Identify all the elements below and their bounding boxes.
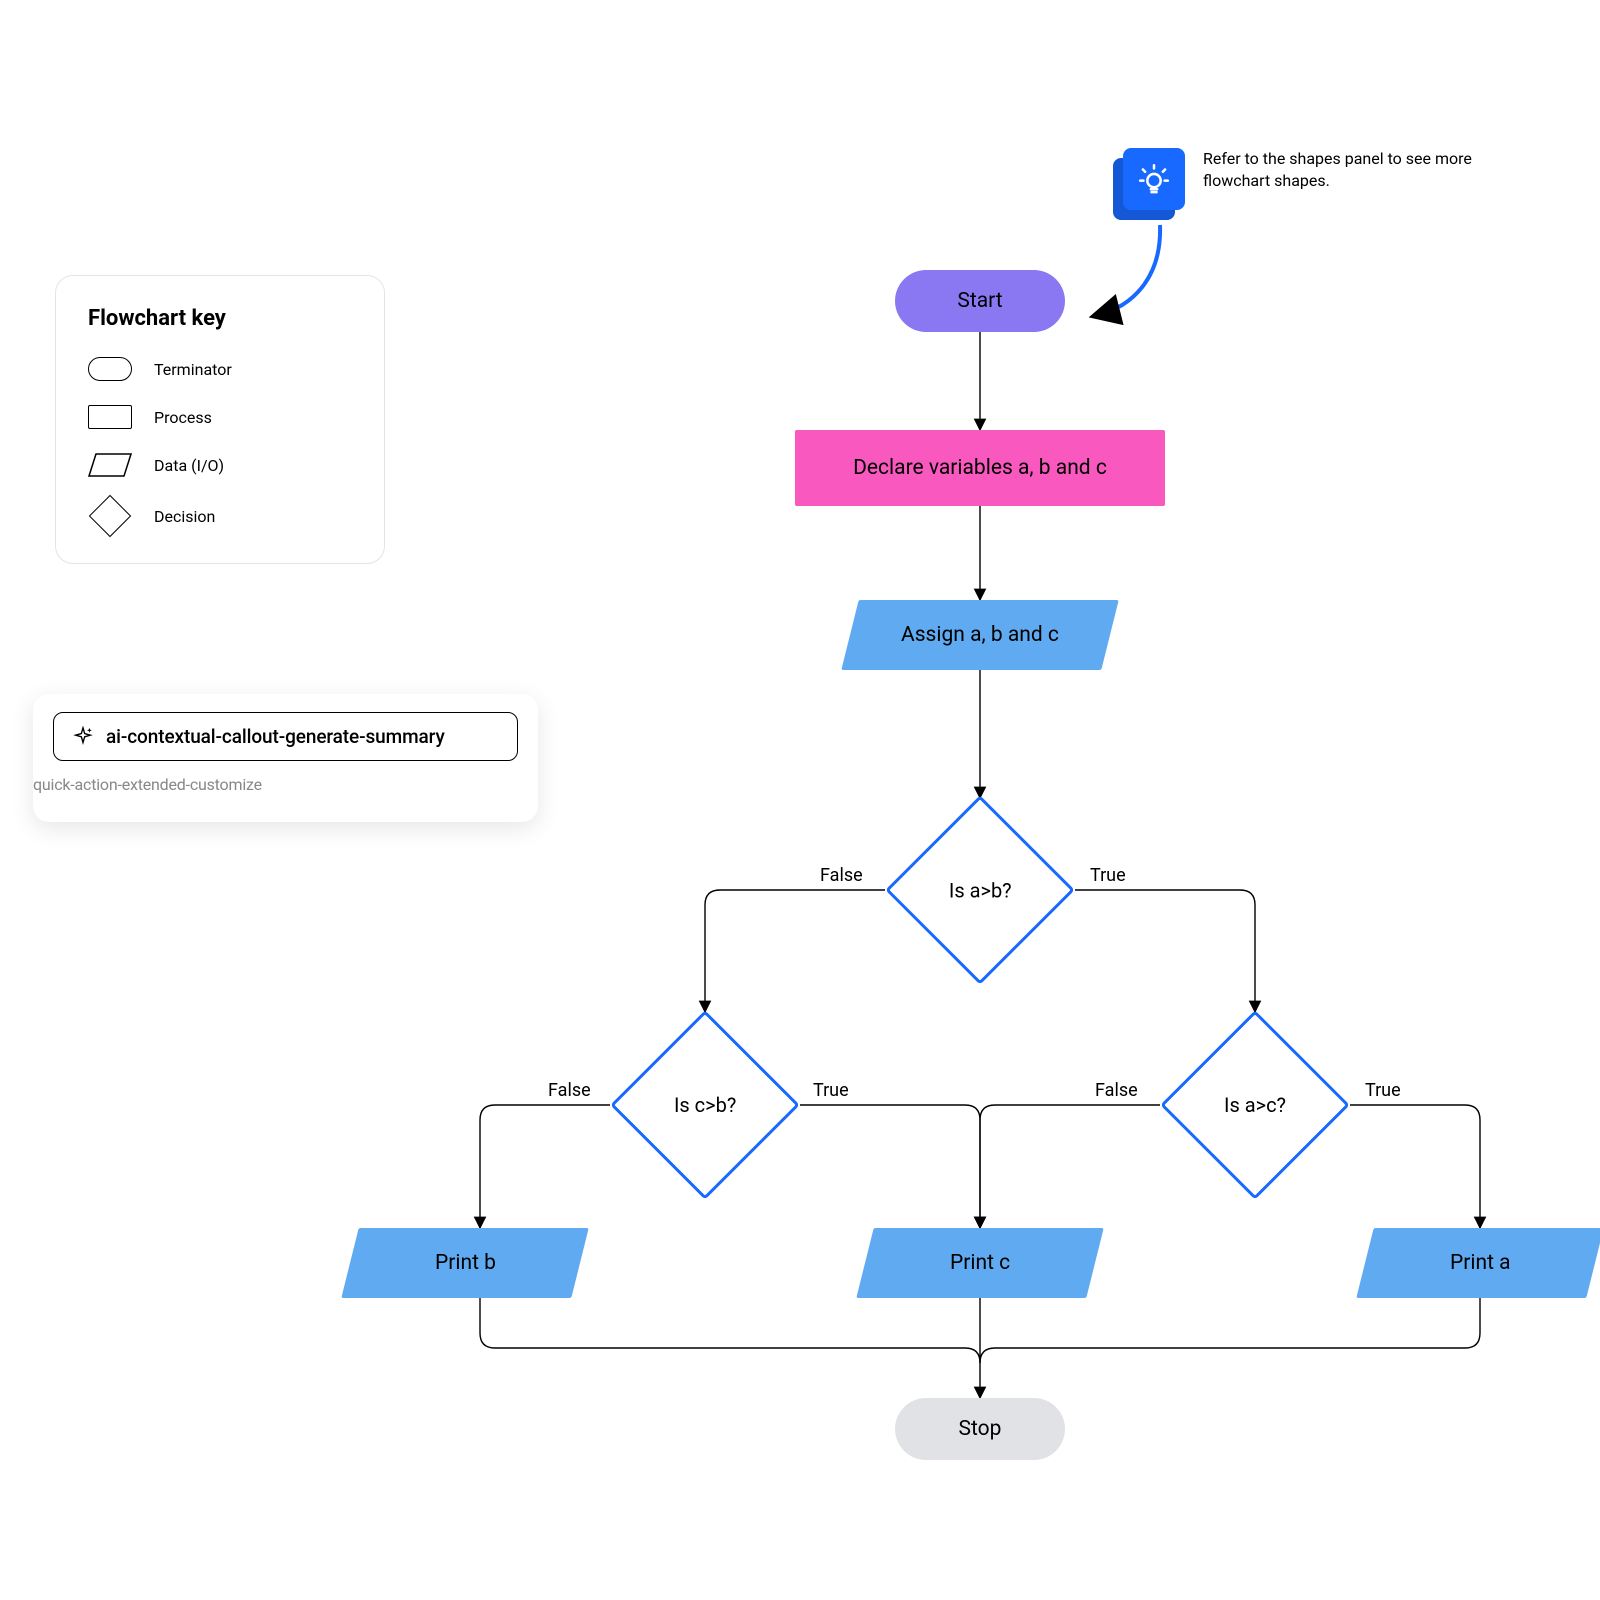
edge-label-d1-true: True — [1090, 865, 1126, 886]
node-label: Print a — [1450, 1251, 1511, 1275]
legend-row-decision: Decision — [88, 501, 352, 531]
legend-label: Decision — [154, 507, 215, 526]
node-print-c[interactable]: Print c — [856, 1228, 1103, 1298]
node-declare[interactable]: Declare variables a, b and c — [795, 430, 1165, 506]
sparkle-icon — [72, 726, 94, 748]
node-label: Is a>b? — [949, 878, 1012, 902]
flowchart-key-title: Flowchart key — [88, 306, 352, 331]
ai-chip-label: ai-contextual-callout-generate-summary — [106, 725, 445, 748]
node-label: Print b — [435, 1251, 496, 1275]
node-print-a[interactable]: Print a — [1356, 1228, 1600, 1298]
legend-label: Process — [154, 408, 212, 427]
node-print-b[interactable]: Print b — [341, 1228, 588, 1298]
diagram-canvas[interactable]: Flowchart key Terminator Process Data (I… — [0, 0, 1600, 1600]
tip-bulb-icon — [1113, 148, 1185, 220]
node-stop[interactable]: Stop — [895, 1398, 1065, 1460]
node-label: Is c>b? — [674, 1093, 736, 1117]
node-decision-ac[interactable]: Is a>c? — [1160, 1010, 1350, 1200]
node-label: Declare variables a, b and c — [853, 456, 1107, 480]
node-decision-ab[interactable]: Is a>b? — [885, 795, 1075, 985]
decision-shape-icon — [89, 495, 131, 537]
edge-label-d3-true: True — [1365, 1080, 1401, 1101]
legend-row-process: Process — [88, 405, 352, 429]
node-label: Is a>c? — [1224, 1093, 1286, 1117]
data-shape-icon — [88, 453, 132, 477]
tip-text: Refer to the shapes panel to see more fl… — [1203, 148, 1473, 191]
legend-row-data: Data (I/O) — [88, 453, 352, 477]
edge-label-d2-false: False — [548, 1080, 591, 1101]
legend-label: Data (I/O) — [154, 456, 224, 475]
terminator-shape-icon — [88, 357, 132, 381]
process-shape-icon — [88, 405, 132, 429]
flowchart-edges — [420, 240, 720, 390]
tip-callout: Refer to the shapes panel to see more fl… — [1113, 148, 1473, 220]
node-label: Stop — [959, 1417, 1002, 1441]
legend-row-terminator: Terminator — [88, 357, 352, 381]
node-decision-cb[interactable]: Is c>b? — [610, 1010, 800, 1200]
edge-label-d1-false: False — [820, 865, 863, 886]
edge-label-d2-true: True — [813, 1080, 849, 1101]
flowchart-key-panel: Flowchart key Terminator Process Data (I… — [55, 275, 385, 564]
node-assign[interactable]: Assign a, b and c — [841, 600, 1118, 670]
node-label: Assign a, b and c — [901, 623, 1059, 647]
legend-label: Terminator — [154, 360, 232, 379]
node-label: Print c — [950, 1251, 1010, 1275]
edge-label-d3-false: False — [1095, 1080, 1138, 1101]
node-start[interactable]: Start — [895, 270, 1065, 332]
node-label: Start — [957, 289, 1002, 313]
flowchart[interactable]: Start Declare variables a, b and c Assig… — [420, 240, 1560, 1500]
